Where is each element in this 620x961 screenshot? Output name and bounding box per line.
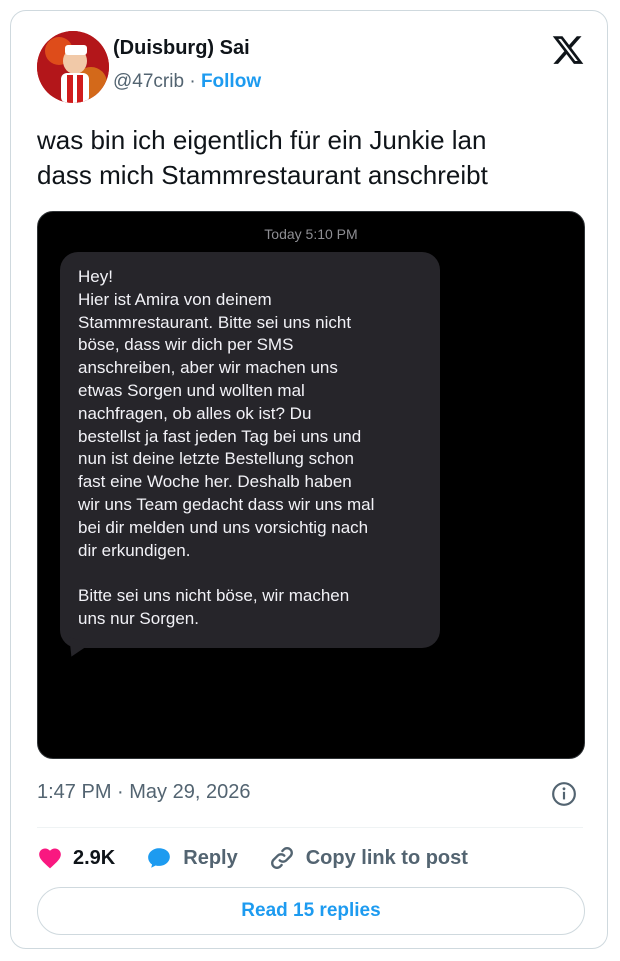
tweet-text: was bin ich eigentlich für ein Junkie la…: [37, 123, 587, 193]
likes-count: 2.9K: [73, 846, 116, 869]
reply-label: Reply: [183, 846, 238, 869]
message-bubble: Hey! Hier ist Amira von deinem Stammrest…: [60, 252, 440, 648]
message-line: Hier ist Amira von deinem: [78, 289, 272, 309]
copy-link-button[interactable]: Copy link to post: [268, 844, 468, 872]
message-line: Stammrestaurant. Bitte sei uns nicht: [78, 312, 352, 332]
message-line: etwas Sorgen und wollten mal: [78, 380, 305, 400]
message-paragraph-gap: [78, 562, 422, 585]
info-icon[interactable]: [551, 781, 577, 807]
tweet-text-line: was bin ich eigentlich für ein Junkie la…: [37, 125, 487, 155]
reply-button[interactable]: Reply: [145, 845, 238, 871]
message-line: wir uns Team gedacht dass wir uns mal: [78, 494, 375, 514]
heart-icon: [39, 848, 61, 869]
link-icon: [270, 847, 293, 869]
read-replies-button[interactable]: Read 15 replies: [37, 887, 585, 935]
divider: [37, 827, 583, 828]
tweet-timestamp[interactable]: 1:47 PM · May 29, 2026: [37, 781, 250, 804]
user-handle[interactable]: @47crib: [113, 71, 184, 92]
display-name[interactable]: (Duisburg) Sai: [113, 37, 250, 60]
like-button[interactable]: 2.9K: [37, 845, 115, 871]
message-line: böse, dass wir dich per SMS: [78, 335, 294, 355]
handle-row: @47crib · Follow: [113, 71, 261, 93]
reply-bubble-icon: [148, 848, 171, 868]
message-line: Hey!: [78, 267, 113, 286]
tweet-media-image[interactable]: Today 5:10 PM Hey! Hier ist Amira von de…: [37, 211, 585, 759]
tweet-card: (Duisburg) Sai @47crib · Follow was bin …: [10, 10, 608, 949]
message-line: anschreiben, aber wir machen uns: [78, 358, 338, 378]
avatar[interactable]: [37, 31, 109, 103]
message-line: bei dir melden und uns vorsichtig nach: [78, 517, 369, 537]
separator: ·: [184, 71, 201, 92]
message-line: dir erkundigen.: [78, 540, 191, 560]
follow-button[interactable]: Follow: [201, 71, 261, 92]
message-line: fast eine Woche her. Deshalb haben: [78, 472, 352, 492]
message-line: nachfragen, ob alles ok ist? Du: [78, 403, 312, 423]
message-line: nun ist deine letzte Bestellung schon: [78, 449, 354, 469]
message-line: uns nur Sorgen.: [78, 608, 199, 628]
copy-link-label: Copy link to post: [305, 846, 468, 869]
tweet-text-line: dass mich Stammrestaurant anschreibt: [37, 160, 488, 190]
message-line: bestellst ja fast jeden Tag bei uns und: [78, 426, 362, 446]
message-time: Today 5:10 PM: [264, 226, 358, 242]
actions-bar: 2.9K Reply Copy link to post: [37, 839, 583, 877]
x-logo-icon[interactable]: [551, 33, 585, 67]
message-line: Bitte sei uns nicht böse, wir machen: [78, 586, 350, 606]
